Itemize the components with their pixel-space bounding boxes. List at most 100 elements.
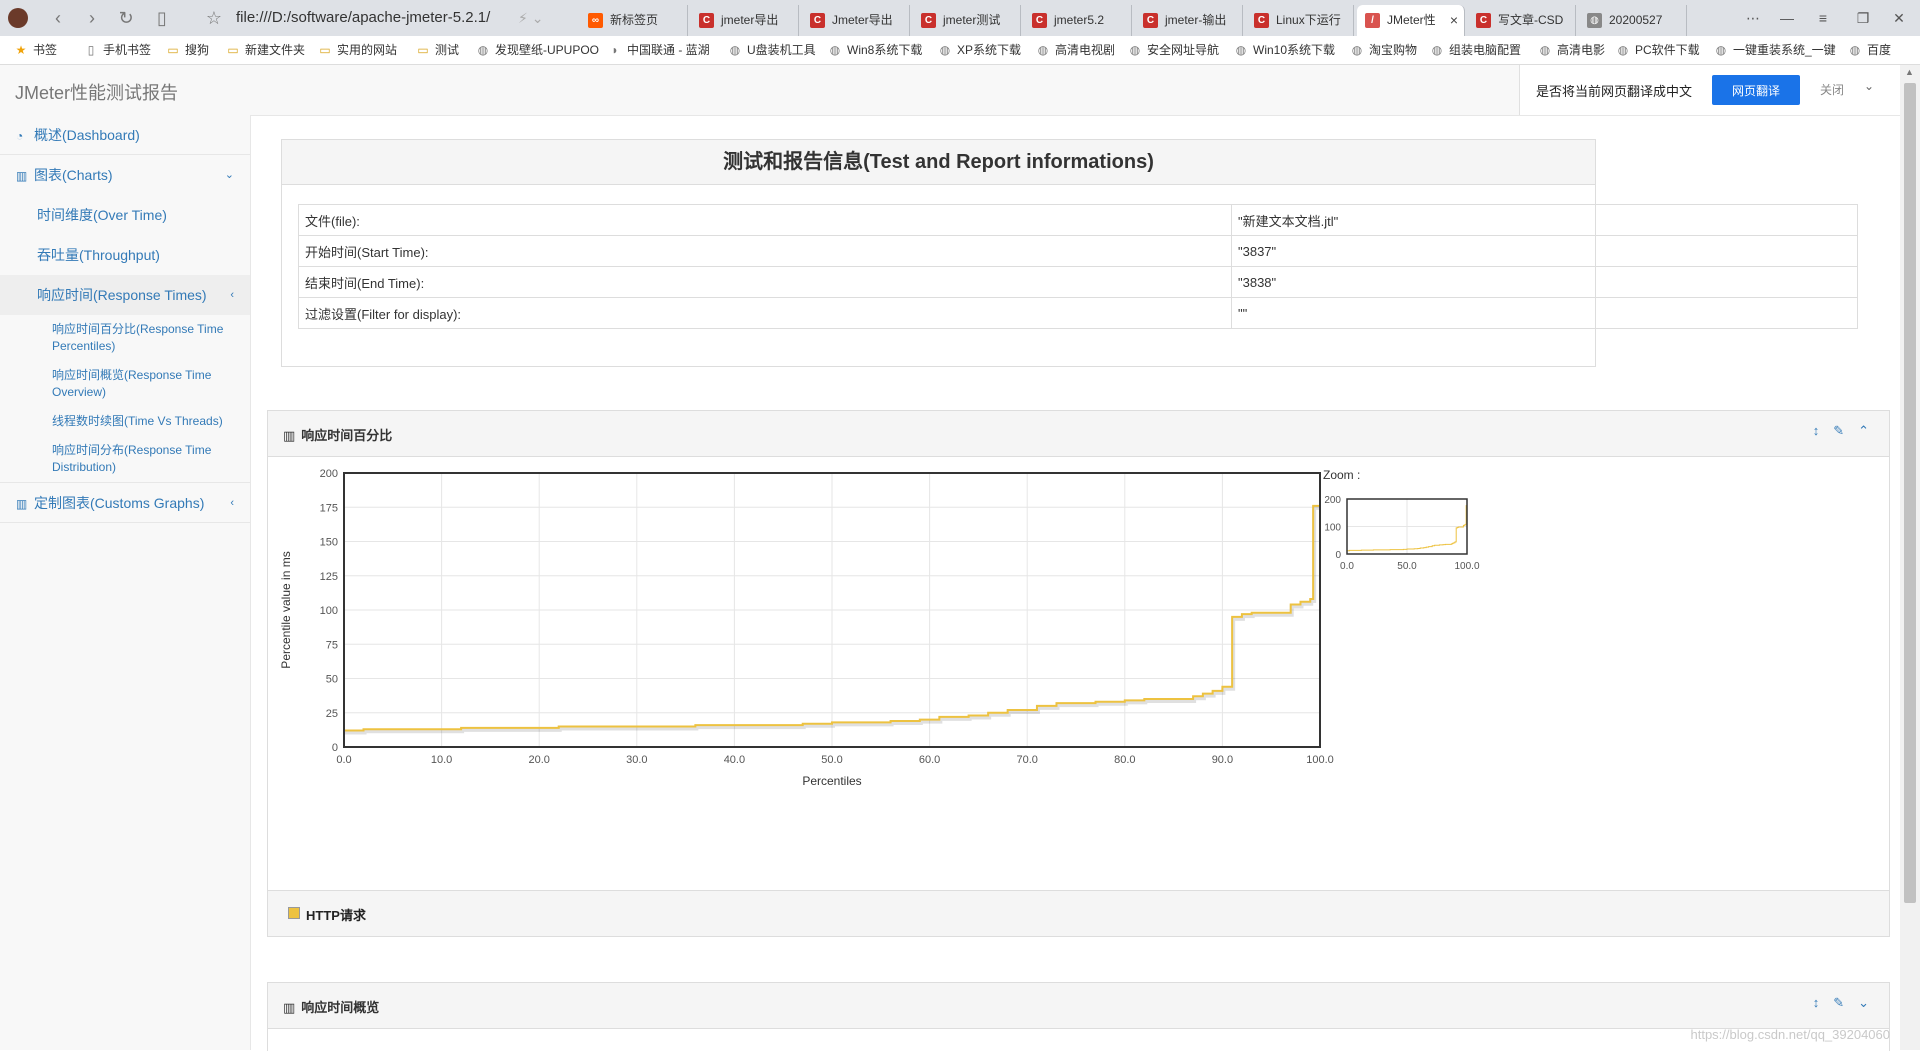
bookmark-item[interactable]: ◍ 高清电视剧 [1036,41,1115,59]
bookmark-item[interactable]: ▭ 搜狗 [166,41,209,59]
tab-3[interactable]: Cjmeter测试 [913,5,1021,36]
bookmark-label: 手机书签 [103,43,152,57]
tab-7[interactable]: / JMeter性 × [1357,5,1465,36]
restore-icon[interactable]: ❐ [1848,6,1878,30]
translate-close-button[interactable]: 关闭 [1820,81,1844,98]
resize-icon[interactable]: ↕ [1813,995,1820,1010]
translate-button[interactable]: 网页翻译 [1712,75,1800,105]
legend-swatch[interactable] [288,907,300,919]
x-tick-label: 10.0 [431,754,452,766]
tab-0[interactable]: ∞ 新标签页 [580,5,688,36]
legend-label[interactable]: HTTP请求 [306,905,366,924]
bookmark-label: 淘宝购物 [1369,43,1418,57]
csdn-icon: C [810,13,825,28]
reader-mode-icon[interactable]: ▯ [150,6,174,30]
sidebar-item-response-times[interactable]: 响应时间(Response Times) ‹ [0,275,250,315]
close-window-icon[interactable]: ✕ [1884,6,1914,30]
minimize-icon[interactable]: — [1772,6,1802,30]
sidebar-item-rt-overview[interactable]: 响应时间概览(Response Time Overview) [0,361,250,407]
forward-icon[interactable]: › [80,6,104,30]
tab-4[interactable]: Cjmeter5.2 [1024,5,1132,36]
tab-1[interactable]: Cjmeter导出 [691,5,799,36]
x-tick-label: 30.0 [626,754,647,766]
bookmark-label: XP系统下载 [957,43,1022,57]
bookmark-label: 发现壁纸-UPUPOO [495,43,600,57]
page-scrollbar[interactable]: ▲ [1900,65,1920,1050]
back-icon[interactable]: ‹ [46,6,70,30]
bookmark-label: 搜狗 [185,43,210,57]
sidebar: ◔ 概述(Dashboard) ▥ 图表(Charts) ⌄ 时间维度(Over T… [0,115,251,1050]
bookmark-item[interactable]: ▯ 手机书签 [84,41,151,59]
close-tab-icon[interactable]: × [1450,5,1458,36]
menu-icon[interactable]: ≡ [1808,6,1838,30]
address-dropdown-icon[interactable]: ⚡ ⌄ [518,6,578,30]
chevron-down-icon[interactable]: ⌄ [1864,79,1874,93]
bookmark-label: Win10系统下载 [1253,43,1336,57]
x-tick-label: 90.0 [1212,754,1233,766]
tab-label: Jmeter导出 [832,13,893,27]
bookmark-item[interactable]: ◍ PC软件下载 [1616,41,1700,59]
y-tick-label: 0 [332,742,338,754]
bookmark-item[interactable]: ◍ 百度 [1848,41,1891,59]
globe-icon: ◍ [939,43,951,57]
bookmark-item[interactable]: ◍ 一键重装系统_一键 [1714,41,1836,59]
info-key: 开始时间(Start Time): [298,235,1232,267]
watermark: https://blog.csdn.net/qq_39204060 [1690,1027,1891,1042]
scroll-up-icon[interactable]: ▲ [1905,67,1914,77]
sidebar-item-custom-graphs[interactable]: ▥ 定制图表(Customs Graphs) ‹ [0,483,250,523]
reload-icon[interactable]: ↻ [114,6,138,30]
percentiles-chart[interactable]: 0.0 10.0 20.0 30.0 40.0 50.0 60.0 70.0 80.0 90.0 1… [268,457,1889,891]
sidebar-item-charts[interactable]: ▥ 图表(Charts) ⌄ [0,155,250,195]
bookmark-item[interactable]: ◍ 组装电脑配置 [1430,41,1521,59]
chevron-down-icon[interactable]: ⌄ [1858,995,1869,1011]
folder-icon: ▭ [417,43,429,57]
zoom-label: Zoom : [1323,468,1360,482]
bookmarks-bar: ★ 书签 ▯ 手机书签 ▭ 搜狗 ▭ 新建文件夹 ▭ 实用的网站 ▭ 测试 ◍ 发现壁纸-UPUPOO ◗ 中… [0,36,1920,65]
bookmark-item[interactable]: ◍ Win10系统下载 [1234,41,1335,59]
tab-6[interactable]: C Linux下运行 [1246,5,1354,36]
bookmark-item[interactable]: ◗ 中国联通 - 蓝湖 [608,41,709,59]
bookmark-item[interactable]: ◍ 高清电影 [1538,41,1605,59]
wrench-icon[interactable]: ✎ [1833,995,1844,1011]
more-icon[interactable]: ⋯ [1738,6,1768,30]
folder-icon: ▭ [227,43,239,57]
bookmark-item[interactable]: ▭ 测试 [416,41,459,59]
bookmark-item[interactable]: ★ 书签 [14,41,57,59]
sidebar-item-rt-percentiles[interactable]: 响应时间百分比(Response Time Percentiles) [0,315,250,361]
tab-9[interactable]: ◍ 20200527 [1579,5,1687,36]
bookmark-item[interactable]: ▭ 新建文件夹 [226,41,305,59]
sidebar-item-time-vs-threads[interactable]: 线程数时续图(Time Vs Threads) [0,407,250,436]
bookmark-item[interactable]: ◍ Win8系统下载 [828,41,923,59]
bookmark-item[interactable]: ◍ U盘装机工具 [728,41,816,59]
tab-2[interactable]: C Jmeter导出 [802,5,910,36]
resize-icon[interactable]: ↕ [1813,423,1820,438]
profile-avatar[interactable] [8,8,28,28]
wrench-icon[interactable]: ✎ [1833,423,1844,439]
report-info-title: 测试和报告信息(Test and Report informations) [282,140,1595,185]
sidebar-item-dashboard[interactable]: ◔ 概述(Dashboard) [0,115,250,155]
bookmark-item[interactable]: ◍ 安全网址导航 [1128,41,1219,59]
bookmark-item[interactable]: ◍ XP系统下载 [938,41,1021,59]
info-value: "新建文本文档.jtl" [1231,204,1858,236]
x-axis-label: Percentiles [802,774,861,788]
y-tick-label: 75 [326,639,338,651]
bookmark-star-icon[interactable]: ☆ [202,6,226,30]
jmeter-feather-icon: / [1365,13,1380,28]
sidebar-item-over-time[interactable]: 时间维度(Over Time) [0,195,250,235]
brand-title[interactable]: JMeter性能测试报告 [15,79,178,105]
address-bar[interactable]: file:///D:/software/apache-jmeter-5.2.1/ [236,6,566,30]
bookmark-item[interactable]: ◍ 淘宝购物 [1350,41,1417,59]
sidebar-item-label: 定制图表(Customs Graphs) [34,495,205,511]
sidebar-item-rt-distribution[interactable]: 响应时间分布(Response Time Distribution) [0,436,250,483]
page-header: JMeter性能测试报告 是否将当前网页翻译成中文 网页翻译 关闭 ⌄ [0,65,1900,116]
bookmark-label: 测试 [435,43,460,57]
tab-label: jmeter导出 [721,13,779,27]
tab-5[interactable]: Cjmeter-输出 [1135,5,1243,36]
bookmark-item[interactable]: ▭ 实用的网站 [318,41,397,59]
tab-label: Linux下运行 [1276,13,1341,27]
sidebar-item-throughput[interactable]: 吞吐量(Throughput) [0,235,250,275]
bookmark-item[interactable]: ◍ 发现壁纸-UPUPOO [476,41,599,59]
scrollbar-thumb[interactable] [1904,83,1916,903]
chevron-up-icon[interactable]: ⌃ [1858,423,1869,439]
tab-8[interactable]: C 写文章-CSD [1468,5,1576,36]
